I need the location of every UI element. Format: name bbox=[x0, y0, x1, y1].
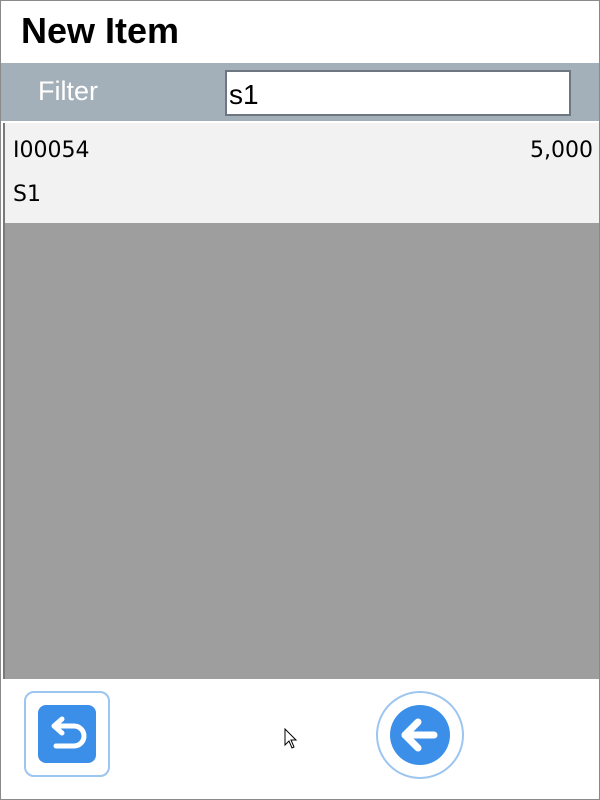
undo-button-face bbox=[38, 705, 96, 763]
arrow-left-icon bbox=[401, 718, 438, 752]
item-quantity: 5,000 bbox=[530, 138, 593, 163]
back-button-face bbox=[390, 705, 450, 765]
filter-label: Filter bbox=[38, 76, 98, 106]
list-item[interactable]: I00054 5,000 S1 bbox=[5, 123, 599, 223]
back-button[interactable] bbox=[376, 691, 464, 779]
mouse-cursor-icon bbox=[284, 728, 298, 749]
app-window: New Item Filter I00054 5,000 S1 bbox=[0, 0, 600, 800]
filter-input[interactable] bbox=[225, 70, 571, 116]
undo-button[interactable] bbox=[24, 691, 110, 777]
page-title: New Item bbox=[21, 10, 180, 51]
item-name: S1 bbox=[13, 182, 41, 207]
title-bar: New Item bbox=[1, 1, 599, 63]
item-code: I00054 bbox=[13, 138, 90, 163]
item-list: I00054 5,000 S1 bbox=[3, 123, 599, 679]
bottom-toolbar bbox=[1, 681, 599, 799]
filter-bar: Filter bbox=[1, 63, 599, 121]
undo-arrow-icon bbox=[51, 716, 87, 749]
